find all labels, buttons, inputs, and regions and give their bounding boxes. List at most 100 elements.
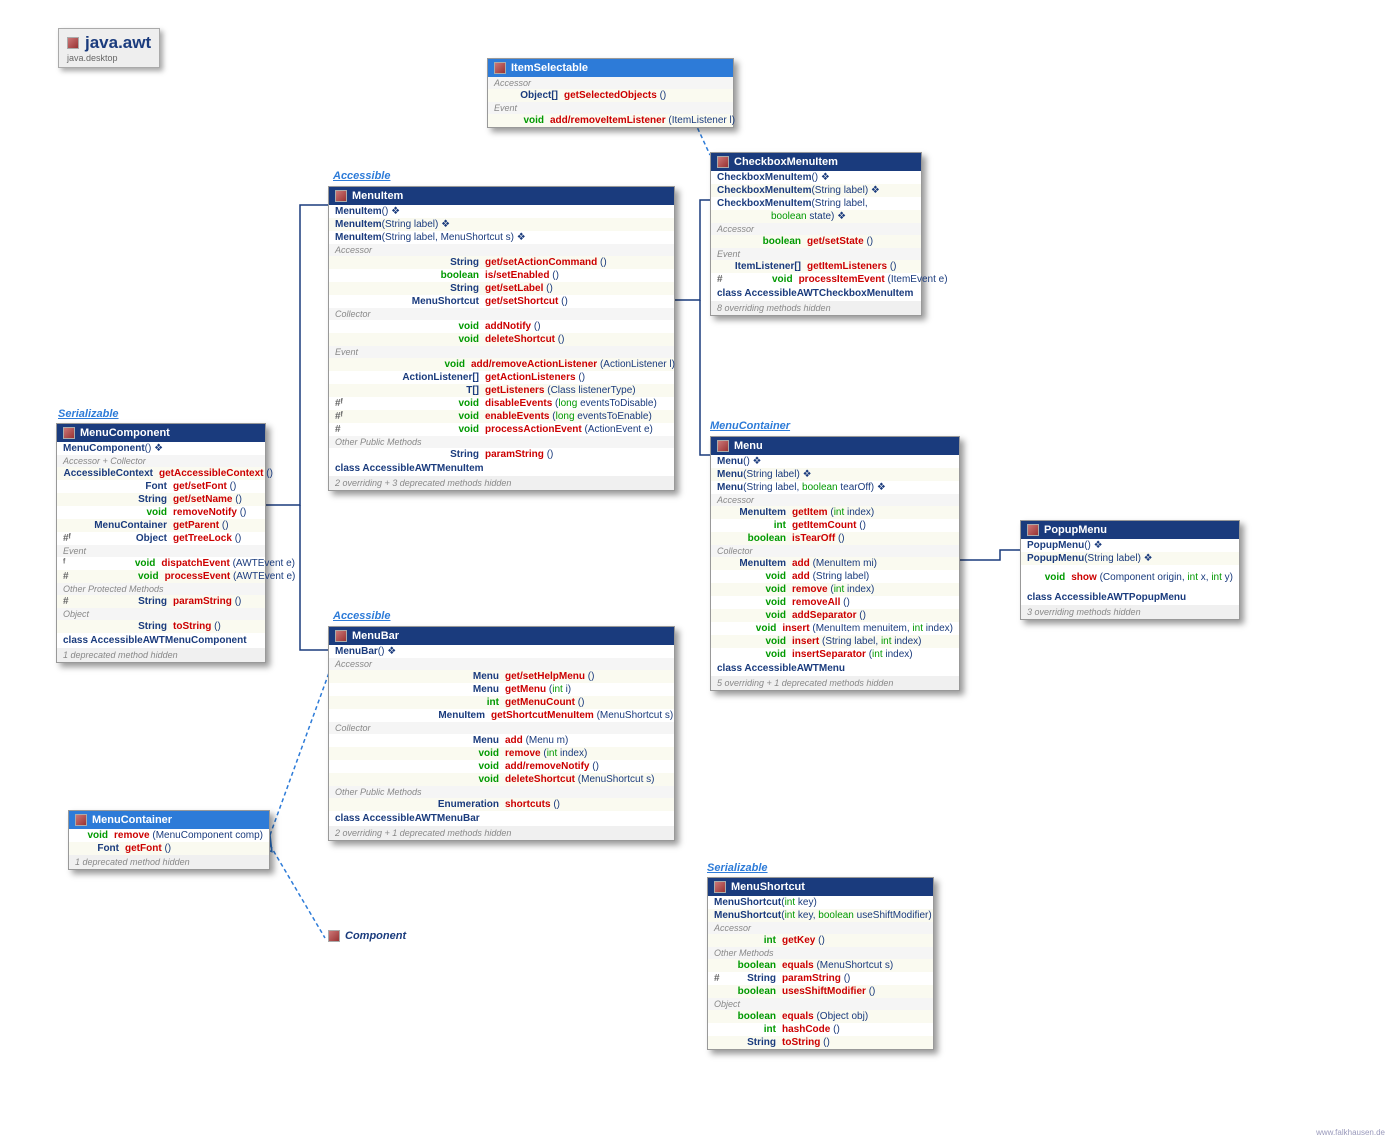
section-label: Event bbox=[488, 102, 733, 114]
class-icon bbox=[328, 930, 340, 942]
method-row: voiddeleteShortcut () bbox=[329, 333, 674, 346]
method-row: booleanget/setState () bbox=[711, 235, 921, 248]
constructor-row: boolean state) ❖ bbox=[711, 210, 921, 223]
constructor-row: MenuItem (String label) ❖ bbox=[329, 218, 674, 231]
inner-class: class AccessibleAWTMenuItem bbox=[329, 461, 674, 476]
method-row: Stringget/setLabel () bbox=[329, 282, 674, 295]
method-row: #StringparamString () bbox=[57, 595, 265, 608]
constructor-row: MenuShortcut (int key, boolean useShiftM… bbox=[708, 909, 933, 922]
watermark: www.falkhausen.de bbox=[1316, 1128, 1385, 1137]
stereo-accessible-1: Accessible bbox=[333, 170, 390, 182]
section-label: Object bbox=[57, 608, 265, 620]
method-row: intgetKey () bbox=[708, 934, 933, 947]
constructor-row: MenuComponent () ❖ bbox=[57, 442, 265, 455]
method-row: voiddeleteShortcut (MenuShortcut s) bbox=[329, 773, 674, 786]
method-row: intgetItemCount () bbox=[711, 519, 959, 532]
method-row: intgetMenuCount () bbox=[329, 696, 674, 709]
method-row: booleanis/setEnabled () bbox=[329, 269, 674, 282]
method-row: MenuItemgetShortcutMenuItem (MenuShortcu… bbox=[329, 709, 674, 722]
section-label: Event bbox=[329, 346, 674, 358]
method-row: voidremoveAll () bbox=[711, 596, 959, 609]
package-icon bbox=[67, 37, 79, 49]
constructor-row: MenuItem (String label, MenuShortcut s) … bbox=[329, 231, 674, 244]
class-icon bbox=[335, 630, 347, 642]
box-menucomponent: MenuComponent MenuComponent () ❖ Accesso… bbox=[56, 423, 266, 663]
method-row: booleanequals (Object obj) bbox=[708, 1010, 933, 1023]
method-row: AccessibleContextgetAccessibleContext () bbox=[57, 467, 265, 480]
inner-class: class AccessibleAWTCheckboxMenuItem bbox=[711, 286, 921, 301]
interface-icon bbox=[494, 62, 506, 74]
method-row: voidadd/removeNotify () bbox=[329, 760, 674, 773]
box-menushortcut: MenuShortcut MenuShortcut (int key)MenuS… bbox=[707, 877, 934, 1050]
constructor-row: MenuItem () ❖ bbox=[329, 205, 674, 218]
method-row: voidremoveNotify () bbox=[57, 506, 265, 519]
section-label: Accessor bbox=[708, 922, 933, 934]
class-icon bbox=[335, 190, 347, 202]
box-menucontainer: MenuContainer voidremove (MenuComponent … bbox=[68, 810, 270, 870]
class-icon bbox=[717, 156, 729, 168]
section-label: Other Public Methods bbox=[329, 786, 674, 798]
stereo-menucontainer: MenuContainer bbox=[710, 420, 790, 432]
section-label: Collector bbox=[711, 545, 959, 557]
constructor-row: Menu () ❖ bbox=[711, 455, 959, 468]
constructor-row: MenuBar () ❖ bbox=[329, 645, 674, 658]
method-row: MenuContainergetParent () bbox=[57, 519, 265, 532]
section-label: Event bbox=[57, 545, 265, 557]
method-row: voidaddNotify () bbox=[329, 320, 674, 333]
method-row: voidinsert (String label, int index) bbox=[711, 635, 959, 648]
constructor-row: PopupMenu () ❖ bbox=[1021, 539, 1239, 552]
package-label: java.awt java.desktop bbox=[58, 28, 160, 68]
constructor-row: Menu (String label, boolean tearOff) ❖ bbox=[711, 481, 959, 494]
section-label: Accessor bbox=[711, 223, 921, 235]
method-row: #ᶠvoiddisableEvents (long eventsToDisabl… bbox=[329, 397, 674, 410]
stereo-serializable: Serializable bbox=[58, 408, 119, 420]
footer-note: 2 overriding + 1 deprecated methods hidd… bbox=[329, 826, 674, 840]
box-menuitem: MenuItem MenuItem () ❖MenuItem (String l… bbox=[328, 186, 675, 491]
diagram-canvas: java.awt java.desktop Serializable Acces… bbox=[0, 0, 1395, 1143]
method-row: inthashCode () bbox=[708, 1023, 933, 1036]
section-label: Accessor bbox=[711, 494, 959, 506]
method-row: Object[]getSelectedObjects () bbox=[488, 89, 733, 102]
section-label: Accessor bbox=[329, 658, 674, 670]
method-row: FontgetFont () bbox=[69, 842, 269, 855]
method-row: Stringget/setName () bbox=[57, 493, 265, 506]
section-label: Accessor + Collector bbox=[57, 455, 265, 467]
method-row: voidinsert (MenuItem menuitem, int index… bbox=[711, 622, 959, 635]
method-row: T[]getListeners (Class listenerType) bbox=[329, 384, 674, 397]
title-menucomponent: MenuComponent bbox=[57, 424, 265, 442]
inner-class: class AccessibleAWTMenuComponent bbox=[57, 633, 265, 648]
method-row: Menuadd (Menu m) bbox=[329, 734, 674, 747]
section-label: Other Protected Methods bbox=[57, 583, 265, 595]
class-icon bbox=[717, 440, 729, 452]
title-menu: Menu bbox=[711, 437, 959, 455]
method-row: voidremove (MenuComponent comp) bbox=[69, 829, 269, 842]
footer-note: 8 overriding methods hidden bbox=[711, 301, 921, 315]
method-row: Fontget/setFont () bbox=[57, 480, 265, 493]
method-row: voidinsertSeparator (int index) bbox=[711, 648, 959, 661]
inner-class: class AccessibleAWTPopupMenu bbox=[1021, 590, 1239, 605]
method-row: booleanisTearOff () bbox=[711, 532, 959, 545]
interface-icon bbox=[75, 814, 87, 826]
method-row: voidadd (String label) bbox=[711, 570, 959, 583]
section-label: Collector bbox=[329, 308, 674, 320]
section-label: Accessor bbox=[329, 244, 674, 256]
box-menu: Menu Menu () ❖Menu (String label) ❖Menu … bbox=[710, 436, 960, 691]
method-row: voidremove (int index) bbox=[711, 583, 959, 596]
constructor-row: Menu (String label) ❖ bbox=[711, 468, 959, 481]
footer-note: 5 overriding + 1 deprecated methods hidd… bbox=[711, 676, 959, 690]
method-row: StringtoString () bbox=[57, 620, 265, 633]
section-label: Accessor bbox=[488, 77, 733, 89]
section-label: Object bbox=[708, 998, 933, 1010]
stereo-accessible-2: Accessible bbox=[333, 610, 390, 622]
method-row: MenuItemgetItem (int index) bbox=[711, 506, 959, 519]
class-icon bbox=[1027, 524, 1039, 536]
box-menubar: MenuBar MenuBar () ❖ AccessorMenuget/set… bbox=[328, 626, 675, 841]
component-reference: Component bbox=[328, 930, 406, 942]
title-itemselectable: ItemSelectable bbox=[488, 59, 733, 77]
section-itemsel: AccessorObject[]getSelectedObjects ()Eve… bbox=[488, 77, 733, 127]
constructor-row: CheckboxMenuItem (String label, bbox=[711, 197, 921, 210]
method-row: voidremove (int index) bbox=[329, 747, 674, 760]
method-row: #voidprocessItemEvent (ItemEvent e) bbox=[711, 273, 921, 286]
method-row: MenuItemadd (MenuItem mi) bbox=[711, 557, 959, 570]
method-row: Stringget/setActionCommand () bbox=[329, 256, 674, 269]
